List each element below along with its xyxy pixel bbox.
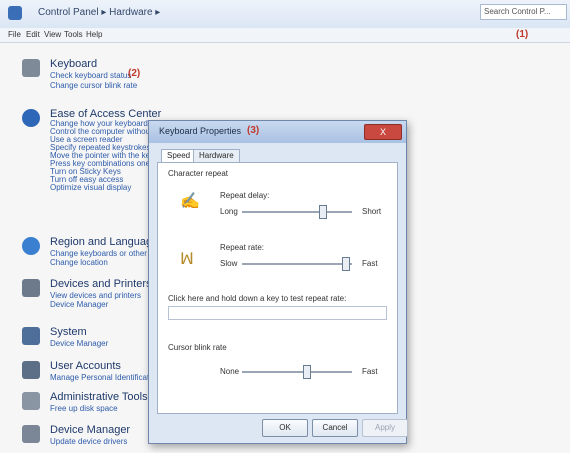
test-label: Click here and hold down a key to test r…: [168, 294, 347, 303]
keyboard-icon: [22, 59, 40, 77]
blink-min: None: [220, 367, 240, 376]
category-title[interactable]: Administrative Tools: [50, 391, 148, 403]
close-button[interactable]: X: [364, 124, 402, 140]
repeat-delay-label: Repeat delay:: [220, 191, 270, 200]
speed-panel: Character repeat ✍ Repeat delay: Long Sh…: [157, 162, 398, 414]
menu-bar: File Edit View Tools Help: [0, 28, 570, 43]
menu-tools[interactable]: Tools: [64, 30, 83, 39]
annotation-marker-3: (3): [247, 125, 260, 136]
group-cursor-blink: Cursor blink rate: [168, 343, 227, 352]
globe-icon: [22, 237, 40, 255]
category-link[interactable]: View devices and printers: [50, 291, 141, 300]
tools-icon: [22, 392, 40, 410]
category-link[interactable]: Device Manager: [50, 339, 108, 348]
category-title[interactable]: System: [50, 326, 87, 338]
ease-of-access-icon: [22, 109, 40, 127]
cancel-button[interactable]: Cancel: [312, 419, 358, 437]
dialog-title: Keyboard Properties: [159, 126, 242, 136]
category-link[interactable]: Change location: [50, 258, 108, 267]
breadcrumb[interactable]: Control Panel ▸ Hardware ▸: [38, 7, 160, 18]
tab-speed[interactable]: Speed: [161, 149, 197, 162]
test-input[interactable]: [168, 306, 387, 320]
apply-button[interactable]: Apply: [362, 419, 408, 437]
repeat-rate-slider[interactable]: [341, 257, 350, 271]
repeat-delay-min: Long: [220, 207, 238, 216]
menu-edit[interactable]: Edit: [26, 30, 40, 39]
search-input[interactable]: Search Control P...: [480, 4, 567, 20]
printer-icon: [22, 279, 40, 297]
menu-view[interactable]: View: [44, 30, 61, 39]
tab-hardware[interactable]: Hardware: [193, 149, 240, 162]
annotation-marker-2: (2): [128, 68, 141, 79]
repeat-delay-track[interactable]: [242, 211, 352, 213]
address-bar: Control Panel ▸ Hardware ▸ Search Contro…: [0, 0, 570, 29]
group-character-repeat: Character repeat: [168, 169, 229, 178]
blink-max: Fast: [362, 367, 378, 376]
category-link[interactable]: Check keyboard status: [50, 71, 131, 80]
repeat-rate-min: Slow: [220, 259, 238, 268]
category-link[interactable]: Update device drivers: [50, 437, 127, 446]
category-title[interactable]: User Accounts: [50, 360, 121, 372]
menu-file[interactable]: File: [8, 30, 21, 39]
repeat-rate-max: Fast: [362, 259, 378, 268]
repeat-rate-label: Repeat rate:: [220, 243, 265, 252]
ok-button[interactable]: OK: [262, 419, 308, 437]
blink-track[interactable]: [242, 371, 352, 373]
category-title[interactable]: Region and Language: [50, 236, 158, 248]
dialog-titlebar[interactable]: Keyboard Properties (3) X: [149, 121, 406, 143]
menu-help[interactable]: Help: [86, 30, 102, 39]
blink-slider[interactable]: [303, 365, 312, 379]
repeat-rate-icon: ꟽ: [180, 251, 194, 268]
repeat-rate-track[interactable]: [242, 263, 352, 265]
category-title[interactable]: Keyboard: [50, 58, 97, 70]
computer-icon: [22, 327, 40, 345]
device-manager-icon: [22, 425, 40, 443]
repeat-delay-icon: ✍: [180, 193, 200, 210]
category-link[interactable]: Device Manager: [50, 300, 108, 309]
category-title[interactable]: Devices and Printers: [50, 278, 152, 290]
control-panel-icon: [8, 6, 22, 20]
keyboard-properties-dialog: Keyboard Properties (3) X Speed Hardware…: [148, 120, 408, 444]
repeat-delay-slider[interactable]: [318, 205, 327, 219]
repeat-delay-max: Short: [362, 207, 382, 216]
category-title[interactable]: Device Manager: [50, 424, 130, 436]
category-link[interactable]: Free up disk space: [50, 404, 118, 413]
users-icon: [22, 361, 40, 379]
category-link[interactable]: Change cursor blink rate: [50, 81, 137, 90]
annotation-marker-1: (1): [516, 29, 529, 40]
category-link[interactable]: Optimize visual display: [50, 183, 131, 192]
category-link[interactable]: Manage Personal Identification: [50, 373, 160, 382]
